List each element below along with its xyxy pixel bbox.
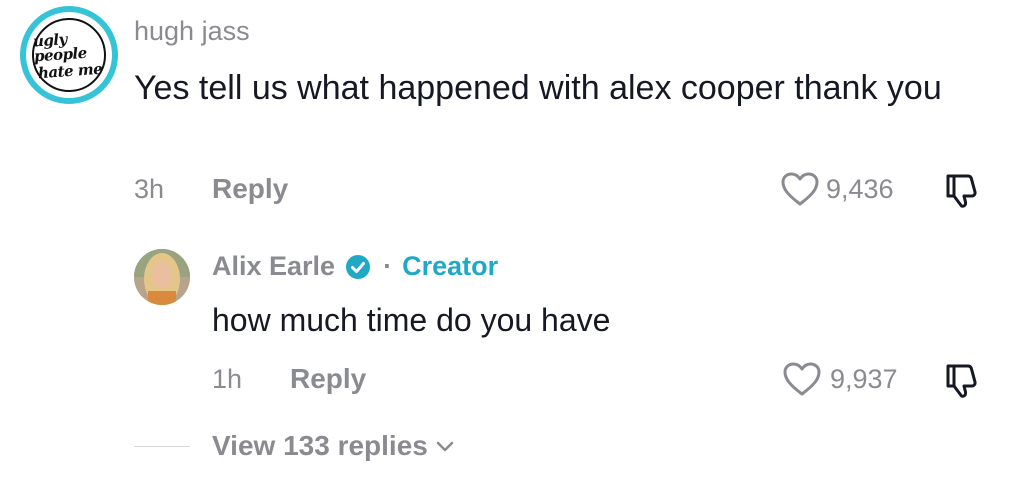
view-replies-button[interactable]: View 133 replies bbox=[212, 430, 456, 462]
heart-outline-icon bbox=[783, 362, 821, 396]
reply-text: how much time do you have bbox=[212, 302, 611, 338]
name-separator: · bbox=[383, 251, 393, 281]
dislike-thumb-icon bbox=[946, 174, 977, 208]
comment-dislike-button[interactable] bbox=[942, 170, 982, 215]
verified-check-icon bbox=[346, 254, 371, 279]
avatar-text-line2: hate me bbox=[37, 59, 103, 82]
commenter-avatar[interactable]: ugly people hate me bbox=[20, 6, 118, 104]
comment-like-button[interactable] bbox=[780, 171, 820, 212]
reply-like-button[interactable] bbox=[782, 361, 822, 402]
comment-timestamp: 3h bbox=[134, 174, 165, 204]
commenter-username[interactable]: hugh jass bbox=[134, 16, 250, 47]
creator-photo bbox=[134, 249, 190, 305]
creator-name-row: Alix Earle · Creator bbox=[212, 251, 498, 282]
reply-reply-button[interactable]: Reply bbox=[290, 363, 366, 395]
creator-avatar[interactable] bbox=[134, 249, 190, 305]
chevron-down-icon bbox=[436, 441, 454, 452]
creator-badge: Creator bbox=[402, 251, 499, 281]
reply-like-count: 9,937 bbox=[830, 364, 898, 394]
comment-text: Yes tell us what happened with alex coop… bbox=[134, 69, 942, 107]
dislike-thumb-icon bbox=[946, 364, 977, 398]
comment-reply-button[interactable]: Reply bbox=[212, 173, 288, 205]
avatar-graphic: ugly people hate me bbox=[29, 15, 109, 95]
reply-dislike-button[interactable] bbox=[942, 360, 982, 405]
creator-username[interactable]: Alix Earle bbox=[212, 251, 335, 282]
reply-timestamp: 1h bbox=[212, 364, 243, 394]
avatar-text-line1: ugly people bbox=[32, 29, 88, 65]
view-replies-label: View 133 replies bbox=[212, 430, 428, 461]
replies-divider bbox=[134, 446, 190, 447]
heart-outline-icon bbox=[781, 172, 819, 206]
comment-like-count: 9,436 bbox=[826, 174, 894, 204]
